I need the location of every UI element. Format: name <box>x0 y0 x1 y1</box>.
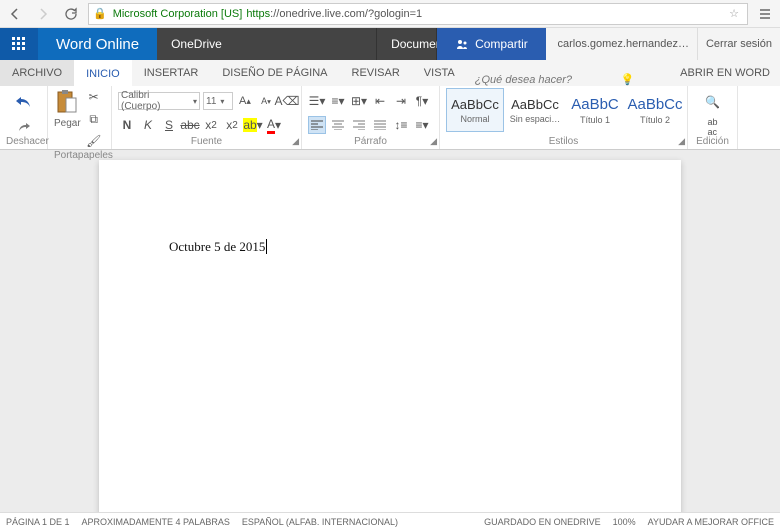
multilevel-button[interactable]: ⊞▾ <box>350 92 368 110</box>
tab-inicio[interactable]: INICIO <box>74 60 132 86</box>
share-icon <box>455 37 469 51</box>
share-button[interactable]: Compartir <box>437 28 546 60</box>
group-undo-label: Deshacer <box>6 136 41 149</box>
highlight-button[interactable]: ab▾ <box>244 116 262 134</box>
format-painter-button[interactable]: 🖌 <box>85 132 103 150</box>
bullets-button[interactable]: ☰▾ <box>308 92 326 110</box>
back-button[interactable] <box>4 3 26 25</box>
group-styles-label: Estilos <box>446 136 681 149</box>
reload-button[interactable] <box>60 3 82 25</box>
document-page[interactable]: Octubre 5 de 2015 <box>99 160 681 512</box>
app-header: Word Online OneDrive Documen… Compartir … <box>0 28 780 60</box>
style-normal[interactable]: AaBbCc Normal <box>446 88 504 132</box>
text-direction-button[interactable]: ¶▾ <box>413 92 431 110</box>
find-button[interactable]: 🔍 <box>699 88 727 116</box>
group-font: Calibri (Cuerpo)▾ 11▾ A▴ A▾ A⌫ N K S abc… <box>112 86 302 149</box>
align-left-button[interactable] <box>308 116 326 134</box>
paragraph-dialog-launcher[interactable]: ◢ <box>430 136 437 147</box>
app-name: Word Online <box>38 28 157 60</box>
user-name[interactable]: carlos.gomez.hernandez… <box>546 28 697 60</box>
style-heading2[interactable]: AaBbCc Título 2 <box>626 88 684 132</box>
group-clipboard: Pegar ✂ ⧉ 🖌 Portapapeles <box>48 86 112 149</box>
replace-button[interactable]: abac <box>704 118 722 136</box>
tab-revisar[interactable]: REVISAR <box>340 60 412 86</box>
share-label: Compartir <box>475 37 528 51</box>
group-editing-label: Edición <box>694 136 731 149</box>
font-size-dropdown[interactable]: 11▾ <box>203 92 233 110</box>
browser-menu-icon[interactable] <box>754 3 776 25</box>
bookmark-star-icon[interactable]: ☆ <box>725 7 743 20</box>
paste-button[interactable]: Pegar <box>54 88 81 129</box>
status-page[interactable]: PÁGINA 1 DE 1 <box>6 517 70 527</box>
increase-indent-button[interactable]: ⇥ <box>392 92 410 110</box>
justify-button[interactable] <box>371 116 389 134</box>
line-spacing-button[interactable]: ↕≡ <box>392 116 410 134</box>
lock-icon: 🔒 <box>93 7 107 20</box>
status-help[interactable]: AYUDAR A MEJORAR OFFICE <box>648 517 774 527</box>
undo-button[interactable] <box>10 88 38 116</box>
underline-button[interactable]: S <box>160 116 178 134</box>
breadcrumb-onedrive[interactable]: OneDrive <box>157 28 377 60</box>
url-text: https://onedrive.live.com/?gologin=1 <box>246 8 422 20</box>
group-font-label: Fuente <box>118 136 295 149</box>
grow-font-button[interactable]: A▴ <box>236 92 254 110</box>
paste-label: Pegar <box>54 118 81 129</box>
group-undo: Deshacer <box>0 86 48 149</box>
shrink-font-button[interactable]: A▾ <box>257 92 275 110</box>
subscript-button[interactable]: x2 <box>202 116 220 134</box>
align-right-button[interactable] <box>350 116 368 134</box>
group-clipboard-label: Portapapeles <box>54 150 105 163</box>
group-styles: AaBbCc Normal AaBbCc Sin espaci… AaBbC T… <box>440 86 688 149</box>
status-bar: PÁGINA 1 DE 1 APROXIMADAMENTE 4 PALABRAS… <box>0 512 780 530</box>
cut-button[interactable]: ✂ <box>85 88 103 106</box>
status-saved: GUARDADO EN ONEDRIVE <box>484 517 601 527</box>
italic-button[interactable]: K <box>139 116 157 134</box>
font-color-button[interactable]: A▾ <box>265 116 283 134</box>
group-paragraph-label: Párrafo <box>308 136 433 149</box>
copy-button[interactable]: ⧉ <box>85 110 103 128</box>
forward-button <box>32 3 54 25</box>
tell-me-box[interactable] <box>475 74 615 86</box>
tab-diseno[interactable]: DISEÑO DE PÁGINA <box>210 60 339 86</box>
font-dialog-launcher[interactable]: ◢ <box>292 136 299 147</box>
paste-icon <box>54 88 80 116</box>
signout-link[interactable]: Cerrar sesión <box>697 28 780 60</box>
address-bar[interactable]: 🔒 Microsoft Corporation [US] https://one… <box>88 3 748 25</box>
font-name-dropdown[interactable]: Calibri (Cuerpo)▾ <box>118 92 200 110</box>
document-text[interactable]: Octubre 5 de 2015 <box>169 239 267 254</box>
redo-button[interactable] <box>15 118 33 136</box>
breadcrumb-document[interactable]: Documen… <box>377 28 437 60</box>
decrease-indent-button[interactable]: ⇤ <box>371 92 389 110</box>
browser-toolbar: 🔒 Microsoft Corporation [US] https://one… <box>0 0 780 28</box>
document-canvas[interactable]: Octubre 5 de 2015 <box>0 150 780 512</box>
ribbon: Deshacer Pegar ✂ ⧉ 🖌 Portapapeles Calibr… <box>0 86 780 150</box>
open-in-word[interactable]: ABRIR EN WORD <box>670 60 780 86</box>
tab-insertar[interactable]: INSERTAR <box>132 60 211 86</box>
ribbon-tabs: ARCHIVO INICIO INSERTAR DISEÑO DE PÁGINA… <box>0 60 780 86</box>
status-zoom[interactable]: 100% <box>613 517 636 527</box>
bold-button[interactable]: N <box>118 116 136 134</box>
clear-formatting-button[interactable]: A⌫ <box>278 92 296 110</box>
app-launcher-icon[interactable] <box>0 28 38 60</box>
style-heading1[interactable]: AaBbC Título 1 <box>566 88 624 132</box>
status-words[interactable]: APROXIMADAMENTE 4 PALABRAS <box>82 517 230 527</box>
group-editing: 🔍 abac Edición <box>688 86 738 149</box>
strikethrough-button[interactable]: abc <box>181 116 199 134</box>
paragraph-spacing-button[interactable]: ≡▾ <box>413 116 431 134</box>
lightbulb-icon: 💡 <box>621 73 635 86</box>
cert-badge: Microsoft Corporation [US] <box>109 8 247 20</box>
group-paragraph: ☰▾ ≡▾ ⊞▾ ⇤ ⇥ ¶▾ ↕≡ ≡▾ Párrafo ◢ <box>302 86 440 149</box>
tab-archivo[interactable]: ARCHIVO <box>0 60 74 86</box>
tab-vista[interactable]: VISTA <box>412 60 467 86</box>
styles-dialog-launcher[interactable]: ◢ <box>678 136 685 147</box>
status-language[interactable]: ESPAÑOL (ALFAB. INTERNACIONAL) <box>242 517 398 527</box>
numbering-button[interactable]: ≡▾ <box>329 92 347 110</box>
tell-me-input[interactable] <box>475 74 615 86</box>
style-no-spacing[interactable]: AaBbCc Sin espaci… <box>506 88 564 132</box>
align-center-button[interactable] <box>329 116 347 134</box>
superscript-button[interactable]: x2 <box>223 116 241 134</box>
